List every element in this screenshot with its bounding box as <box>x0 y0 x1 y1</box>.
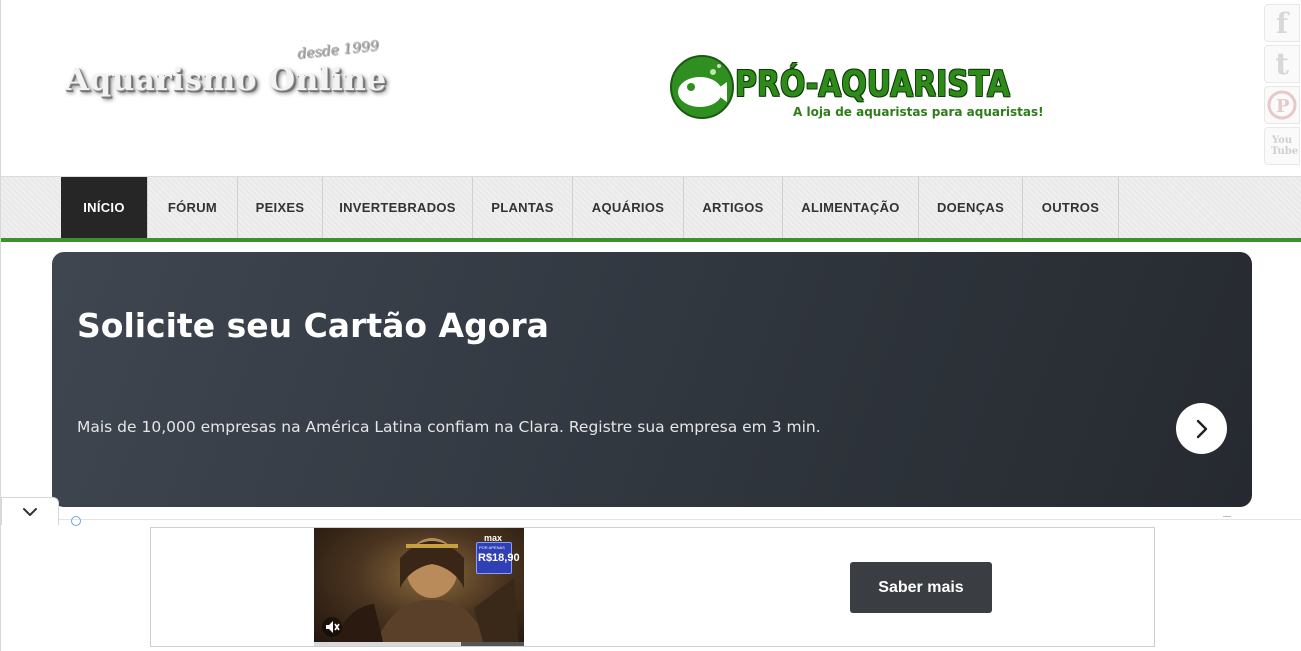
twitter-icon: t <box>1275 46 1289 82</box>
collapse-ad-button[interactable] <box>1 497 59 525</box>
social-links: f t P You Tube <box>1264 4 1301 168</box>
nav-accent-bar <box>1 238 1301 242</box>
promo-label: POR APENAS <box>479 545 505 550</box>
site-logo[interactable]: Aquarismo Online <box>65 62 387 98</box>
promo-price: R$18,90 <box>478 552 520 564</box>
ad-close-icon[interactable] <box>1223 516 1231 520</box>
nav-item-doencas[interactable]: DOENÇAS <box>919 177 1023 238</box>
brand-name: PRÓ-AQUARISTA <box>735 64 1011 105</box>
facebook-button[interactable]: f <box>1264 4 1300 42</box>
pinterest-icon: P <box>1267 90 1297 120</box>
fish-logo-icon <box>670 55 734 119</box>
nav-item-peixes[interactable]: PEIXES <box>238 177 323 238</box>
brand-slogan: A loja de aquaristas para aquaristas! <box>793 105 1044 119</box>
video-progress-fill <box>314 642 461 646</box>
pinterest-button[interactable]: P <box>1264 86 1300 124</box>
nav-item-aquarios[interactable]: AQUÁRIOS <box>573 177 684 238</box>
ad-video-player[interactable]: max POR APENAS R$18,90 <box>314 528 524 646</box>
nav-item-artigos[interactable]: ARTIGOS <box>684 177 783 238</box>
ad-next-button[interactable] <box>1176 403 1227 454</box>
twitter-button[interactable]: t <box>1264 45 1300 83</box>
site-tagline: desde 1999 <box>296 37 380 63</box>
facebook-icon: f <box>1275 6 1289 40</box>
video-ad[interactable]: max POR APENAS R$18,90 Saber mais <box>150 527 1155 647</box>
nav-item-alimentacao[interactable]: ALIMENTAÇÃO <box>783 177 919 238</box>
nav-item-plantas[interactable]: PLANTAS <box>473 177 573 238</box>
nav-list: INÍCIO FÓRUM PEIXES INVERTEBRADOS PLANTA… <box>61 177 1119 238</box>
mute-icon[interactable] <box>320 616 344 638</box>
ad-title[interactable]: Solicite seu Cartão Agora <box>77 306 549 345</box>
nav-item-inicio[interactable]: INÍCIO <box>61 177 148 238</box>
brand-banner[interactable]: PRÓ-AQUARISTA A loja de aquaristas para … <box>669 54 1049 124</box>
nav-item-outros[interactable]: OUTROS <box>1023 177 1119 238</box>
ad-banner[interactable]: Solicite seu Cartão Agora Mais de 10,000… <box>52 252 1252 507</box>
main-nav: INÍCIO FÓRUM PEIXES INVERTEBRADOS PLANTA… <box>1 176 1301 238</box>
ad-info-icon[interactable] <box>71 516 81 526</box>
youtube-button[interactable]: You Tube <box>1264 127 1300 165</box>
site-header: Aquarismo Online desde 1999 PRÓ-AQUARIST… <box>1 0 1301 176</box>
nav-item-invertebrados[interactable]: INVERTEBRADOS <box>323 177 473 238</box>
youtube-icon: You Tube <box>1271 135 1299 157</box>
nav-item-forum[interactable]: FÓRUM <box>148 177 238 238</box>
chevron-right-icon <box>1196 419 1207 438</box>
chevron-down-icon <box>23 507 37 516</box>
ad-description: Mais de 10,000 empresas na América Latin… <box>77 418 821 436</box>
svg-text:P: P <box>1276 96 1290 117</box>
promo-badge: POR APENAS R$18,90 <box>476 542 520 574</box>
video-progress-bar[interactable] <box>314 642 524 646</box>
saber-mais-button[interactable]: Saber mais <box>850 562 992 613</box>
